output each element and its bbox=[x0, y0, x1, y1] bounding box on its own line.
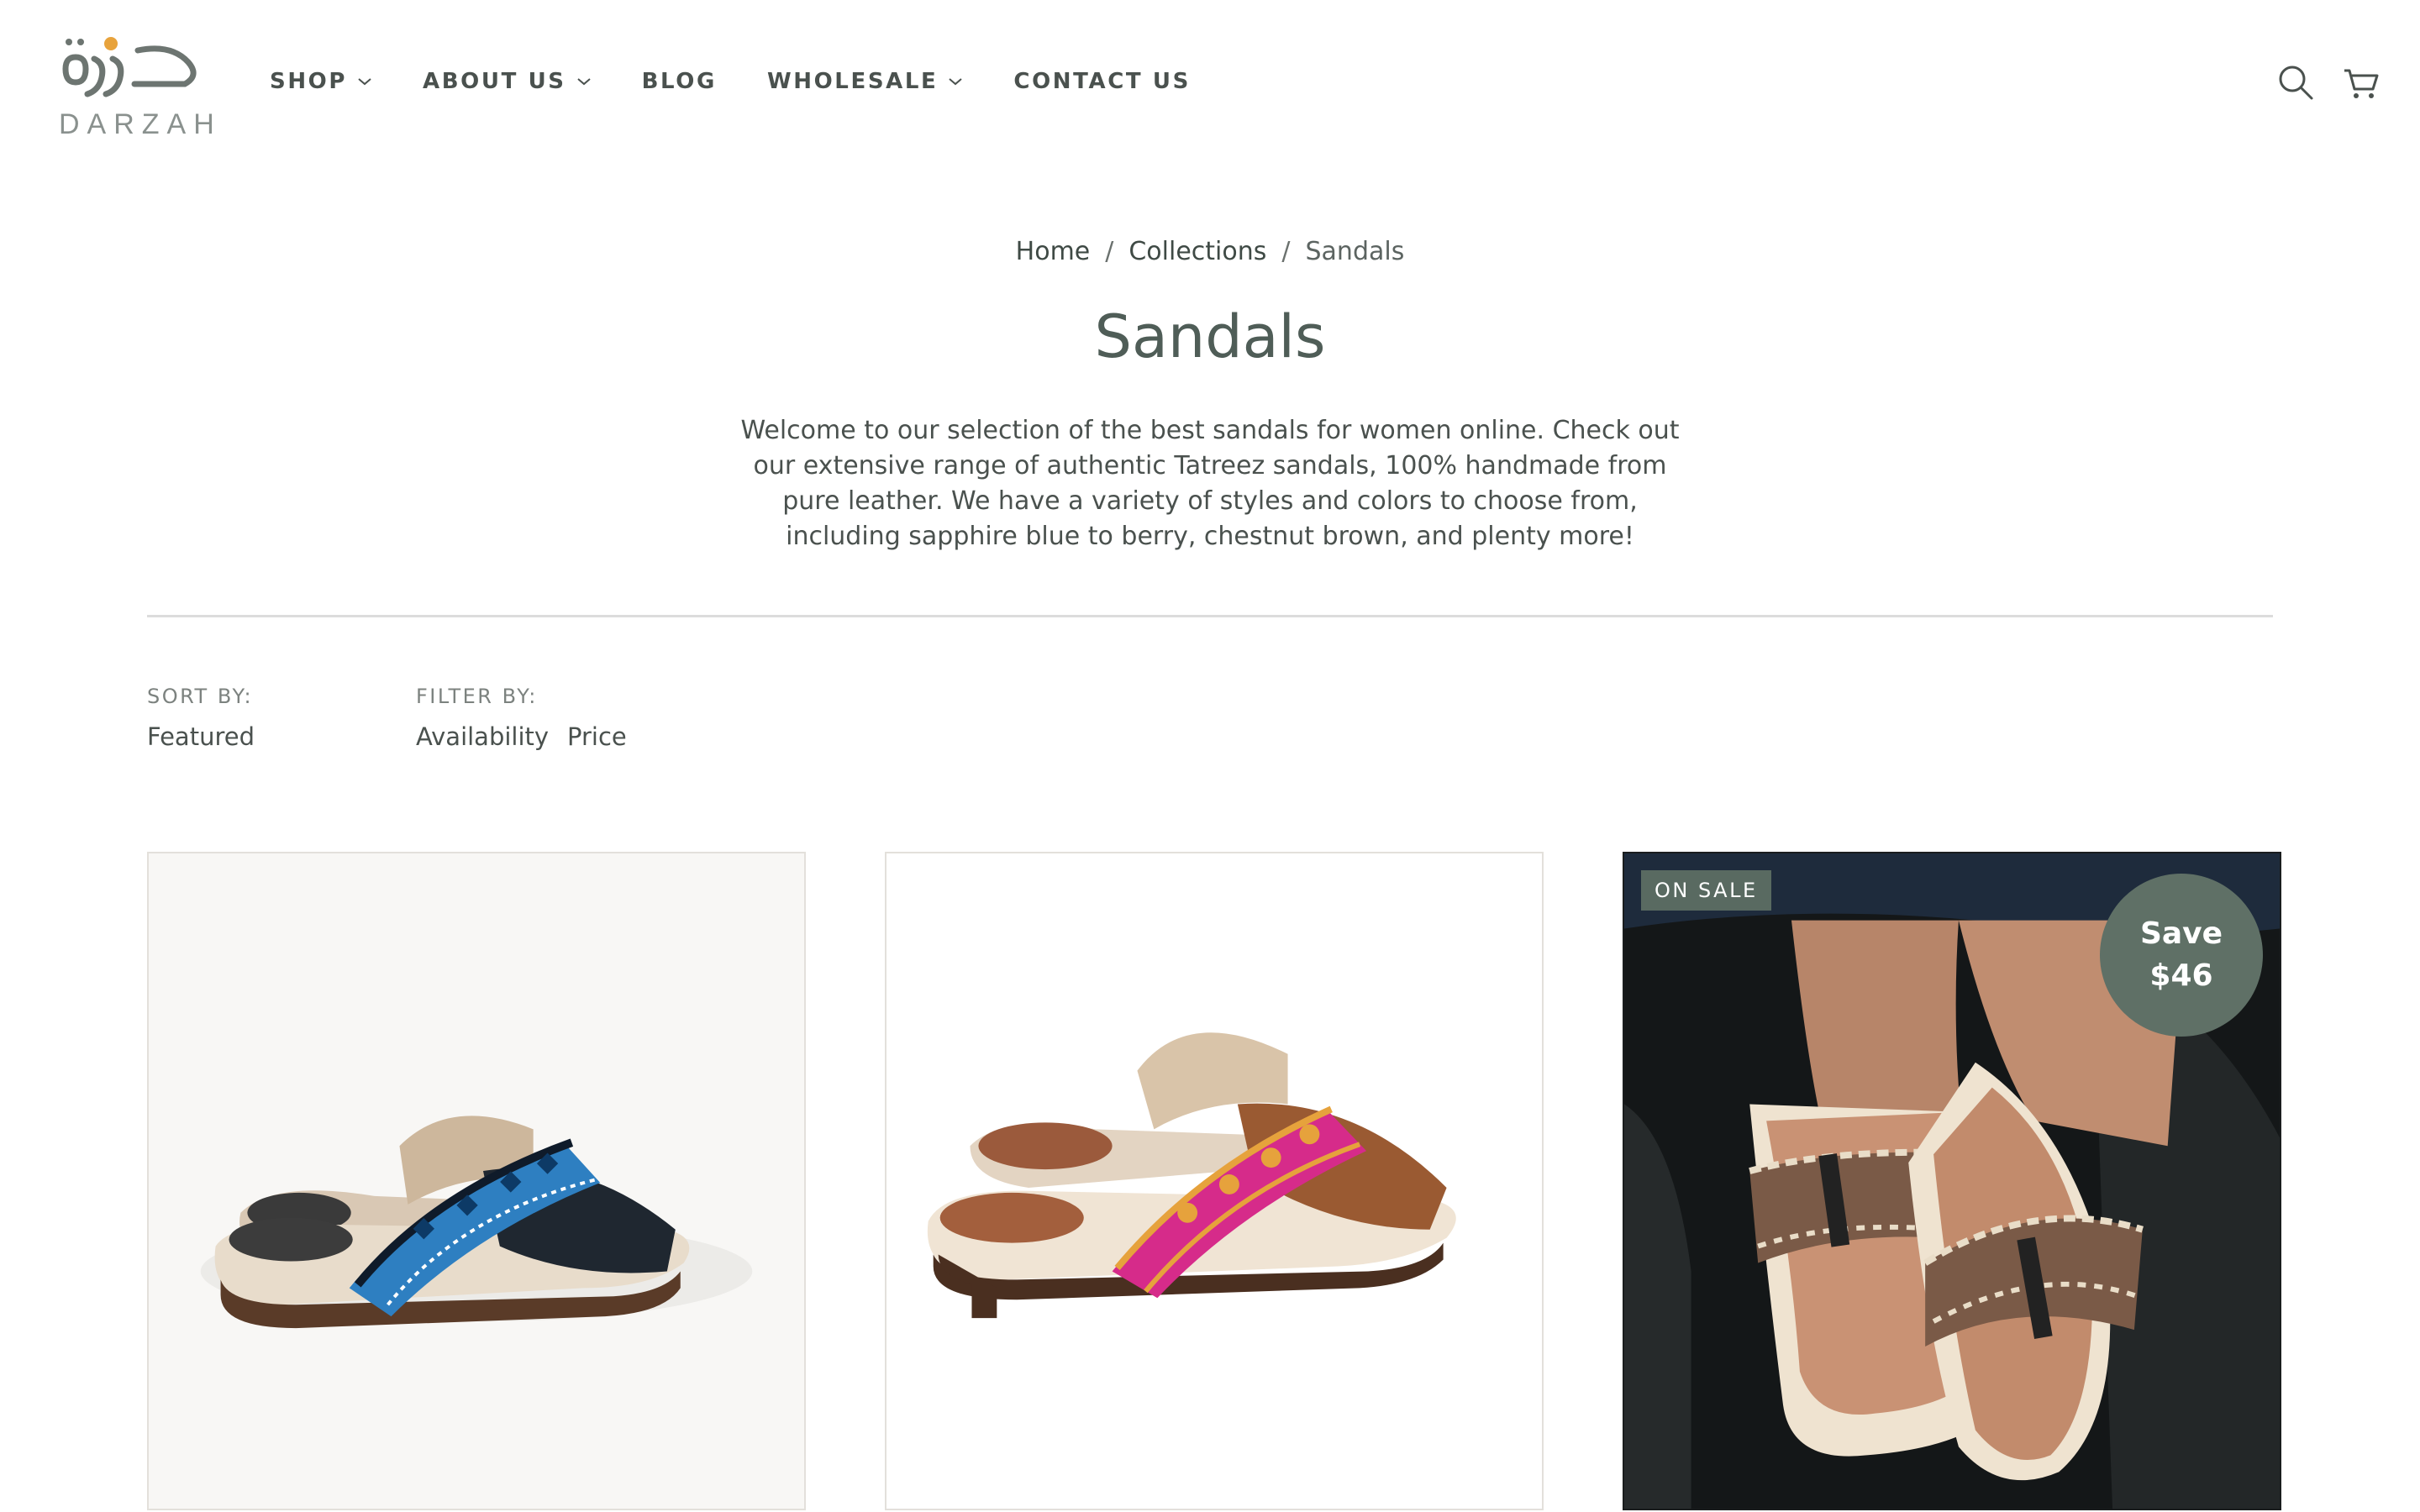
nav-blog-label: BLOG bbox=[641, 69, 717, 94]
filter-label: FILTER BY: bbox=[416, 685, 538, 708]
filter-availability[interactable]: Availability bbox=[416, 722, 549, 751]
chevron-down-icon bbox=[949, 78, 963, 86]
product-card[interactable] bbox=[147, 852, 806, 1510]
chevron-down-icon bbox=[576, 78, 591, 86]
breadcrumb-home[interactable]: Home bbox=[1016, 237, 1091, 266]
darzah-logo[interactable]: DARZAH bbox=[57, 29, 214, 141]
page-title: Sandals bbox=[1094, 302, 1326, 371]
nav-shop-label: SHOP bbox=[270, 69, 348, 94]
nav-wholesale[interactable]: WHOLESALE bbox=[767, 69, 963, 94]
product-card[interactable] bbox=[885, 852, 1544, 1510]
product-image-blue-sandal bbox=[200, 1116, 753, 1329]
logo-arabic-mark bbox=[62, 37, 197, 97]
sort-select[interactable]: Featured bbox=[147, 722, 255, 751]
nav-contact-us[interactable]: CONTACT US bbox=[1013, 69, 1191, 94]
breadcrumb-collections[interactable]: Collections bbox=[1128, 237, 1266, 266]
filter-price[interactable]: Price bbox=[567, 722, 627, 751]
nav-contact-label: CONTACT US bbox=[1013, 69, 1191, 94]
collection-description: Welcome to our selection of the best san… bbox=[740, 416, 1680, 551]
sort-label: SORT BY: bbox=[147, 685, 254, 708]
chevron-down-icon bbox=[358, 78, 371, 86]
save-amount-badge: Save $46 bbox=[2100, 874, 2263, 1037]
breadcrumb-separator: / bbox=[1105, 237, 1114, 266]
divider bbox=[147, 615, 2273, 617]
nav-wholesale-label: WHOLESALE bbox=[766, 69, 939, 94]
on-sale-badge: ON SALE bbox=[1641, 870, 1771, 911]
product-image-pink-sandal bbox=[927, 1032, 1456, 1319]
product-card[interactable]: ON SALE Save $46 bbox=[1623, 852, 2281, 1510]
cart-icon[interactable] bbox=[2343, 67, 2380, 101]
logo-wordmark: DARZAH bbox=[59, 108, 222, 140]
search-icon[interactable] bbox=[2277, 64, 2314, 101]
breadcrumb-current: Sandals bbox=[1305, 237, 1405, 266]
breadcrumb: Home / Collections / Sandals bbox=[0, 237, 2420, 266]
save-amount: $46 bbox=[2149, 958, 2213, 993]
save-label: Save bbox=[2139, 916, 2223, 951]
nav-shop[interactable]: SHOP bbox=[270, 69, 372, 94]
nav-about-label: ABOUT US bbox=[423, 69, 566, 94]
nav-about-us[interactable]: ABOUT US bbox=[423, 69, 592, 94]
breadcrumb-separator: / bbox=[1281, 237, 1291, 266]
main-nav: SHOP ABOUT US BLOG WHOLESALE CONTACT US bbox=[270, 69, 1241, 94]
site-header: DARZAH SHOP ABOUT US BLOG WHOLESALE CONT… bbox=[0, 0, 2420, 168]
nav-blog[interactable]: BLOG bbox=[642, 69, 717, 94]
